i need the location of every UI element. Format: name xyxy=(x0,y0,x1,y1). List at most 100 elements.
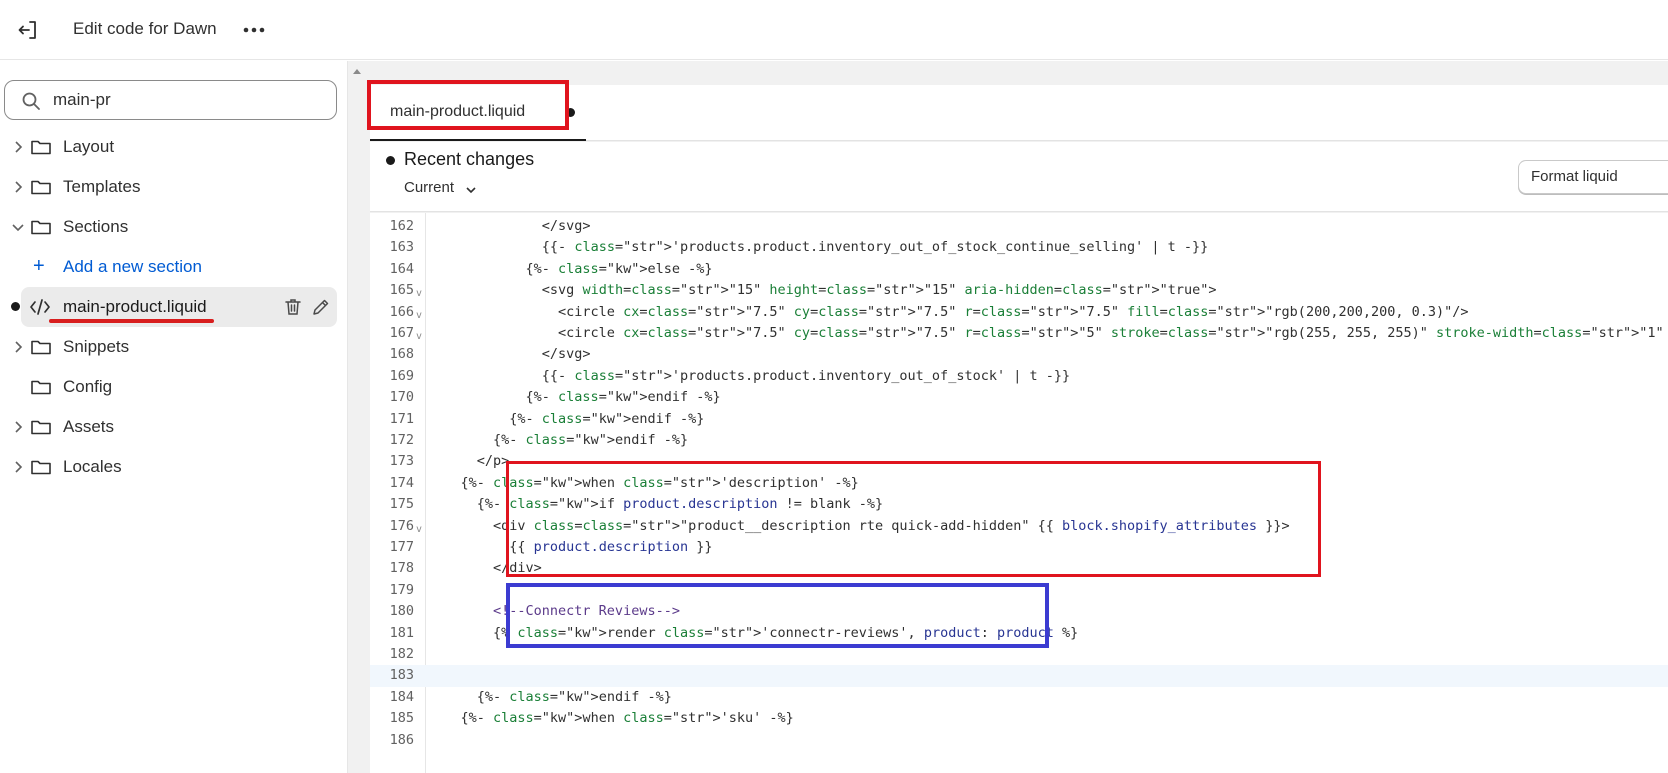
code-line[interactable]: 184 {%- class="kw">endif -%} xyxy=(370,687,1668,708)
folder-icon xyxy=(31,140,51,155)
pencil-icon[interactable] xyxy=(311,297,331,317)
format-liquid-button[interactable]: Format liquid xyxy=(1518,160,1668,194)
status-dot xyxy=(386,156,395,165)
folder-label: Layout xyxy=(63,137,115,156)
folder-label: Snippets xyxy=(63,337,130,356)
top-bar: Edit code for Dawn xyxy=(0,0,1668,60)
line-number: 167 xyxy=(389,325,414,341)
editor-panel: main-product.liquid Recent changes Curre… xyxy=(365,61,1668,773)
annotation-box-reviews xyxy=(506,583,1049,648)
code-line[interactable]: 167 v <circle cx=class="str">"7.5" cy=cla… xyxy=(370,323,1668,344)
line-number: 177 xyxy=(389,539,414,555)
annotation-underline xyxy=(49,319,214,323)
line-number: 186 xyxy=(389,731,414,748)
code-icon xyxy=(30,299,50,315)
folder-label: Config xyxy=(63,377,113,396)
code-line[interactable]: 162 </svg> xyxy=(370,216,1668,237)
page-title: Edit code for Dawn xyxy=(73,19,217,38)
code-line[interactable]: 165 v <svg width=class="str">"15" height=… xyxy=(370,280,1668,301)
file-sidebar: Layout Templates Sections + Add a new se… xyxy=(0,61,347,773)
code-line[interactable]: 164 {%- class="kw">else -%} xyxy=(370,259,1668,280)
line-number: 181 xyxy=(389,624,414,641)
code-line[interactable]: 171 {%- class="kw">endif -%} xyxy=(370,409,1668,430)
search-icon xyxy=(22,92,40,110)
recent-changes-bar: Recent changes Current Format liquid xyxy=(370,142,1668,212)
chevron-right-icon[interactable] xyxy=(10,139,26,155)
line-number: 180 xyxy=(389,603,414,620)
code-text: <svg width=class="str">"15" height=class… xyxy=(428,282,1217,299)
folder-icon xyxy=(31,180,51,195)
line-number: 173 xyxy=(389,453,414,470)
exit-icon[interactable] xyxy=(16,18,40,42)
folder-sections[interactable]: Sections xyxy=(0,209,347,245)
code-line[interactable]: 183 xyxy=(370,665,1668,687)
line-number: 179 xyxy=(389,581,414,598)
plus-icon: + xyxy=(33,255,45,277)
folder-assets[interactable]: Assets xyxy=(0,409,347,445)
recent-changes-title: Recent changes xyxy=(404,149,535,169)
code-line[interactable]: 185 {%- class="kw">when class="str">'sku… xyxy=(370,708,1668,729)
code-text: <circle cx=class="str">"7.5" cy=class="s… xyxy=(428,303,1469,320)
code-text: <circle cx=class="str">"7.5" cy=class="s… xyxy=(428,325,1668,341)
folder-icon xyxy=(31,340,51,355)
sidebar-resizer[interactable] xyxy=(347,61,365,773)
more-actions-icon[interactable] xyxy=(240,20,268,40)
folder-icon xyxy=(31,460,51,475)
code-line[interactable]: 166 v <circle cx=class="str">"7.5" cy=cla… xyxy=(370,302,1668,323)
line-number: 176 xyxy=(389,517,414,534)
search-box[interactable] xyxy=(4,80,337,120)
code-line[interactable]: 172 {%- class="kw">endif -%} xyxy=(370,430,1668,451)
folder-templates[interactable]: Templates xyxy=(0,169,347,205)
code-text: </p> xyxy=(428,453,510,470)
chevron-down-icon[interactable] xyxy=(10,219,26,235)
folder-layout[interactable]: Layout xyxy=(0,129,347,165)
line-number: 178 xyxy=(389,560,414,577)
line-number: 171 xyxy=(389,410,414,427)
folder-label: Locales xyxy=(63,457,122,476)
folder-icon xyxy=(31,420,51,435)
format-button-label: Format liquid xyxy=(1531,168,1618,185)
line-number: 164 xyxy=(389,260,414,277)
chevron-right-icon[interactable] xyxy=(10,419,26,435)
chevron-down-icon[interactable] xyxy=(464,183,478,197)
line-number: 165 xyxy=(389,282,414,299)
trash-icon[interactable] xyxy=(283,297,303,317)
unsaved-dot xyxy=(11,302,20,311)
line-number: 170 xyxy=(389,389,414,406)
code-line[interactable]: 169 {{- class="str">'products.product.in… xyxy=(370,366,1668,387)
line-number: 166 xyxy=(389,303,414,320)
code-text: {%- class="kw">endif -%} xyxy=(428,432,689,448)
line-number: 168 xyxy=(389,346,414,363)
add-section-label: Add a new section xyxy=(63,257,202,276)
folder-snippets[interactable]: Snippets xyxy=(0,329,347,365)
search-input[interactable] xyxy=(53,87,323,113)
folder-locales[interactable]: Locales xyxy=(0,449,347,485)
chevron-right-icon[interactable] xyxy=(10,179,26,195)
folder-icon xyxy=(31,220,51,235)
line-number: 169 xyxy=(389,367,414,384)
code-text: {%- class="kw">endif -%} xyxy=(428,410,705,427)
code-line[interactable]: 186 xyxy=(370,730,1668,751)
folder-label: Assets xyxy=(63,417,115,436)
code-line[interactable]: 170 {%- class="kw">endif -%} xyxy=(370,387,1668,408)
folder-label: Sections xyxy=(63,217,129,236)
code-line[interactable]: 168 </svg> xyxy=(370,344,1668,365)
line-number: 183 xyxy=(389,667,414,684)
chevron-right-icon[interactable] xyxy=(10,459,26,475)
annotation-box-tab xyxy=(367,80,569,130)
folder-icon xyxy=(31,380,51,395)
annotation-box-description xyxy=(506,461,1321,577)
code-line[interactable]: 163 {{- class="str">'products.product.in… xyxy=(370,237,1668,258)
line-number: 174 xyxy=(389,474,414,491)
version-select[interactable]: Current xyxy=(404,179,454,196)
add-section-button[interactable]: + Add a new section xyxy=(0,249,347,285)
code-text: </svg> xyxy=(428,218,591,234)
file-label: main-product.liquid xyxy=(63,297,207,316)
folder-config[interactable]: Config xyxy=(0,369,347,405)
folder-label: Templates xyxy=(63,177,141,196)
line-number: 163 xyxy=(389,239,414,256)
scroll-up-icon[interactable] xyxy=(353,69,361,74)
chevron-right-icon[interactable] xyxy=(10,339,26,355)
code-text: {%- class="kw">else -%} xyxy=(428,260,713,277)
code-text: {{- class="str">'products.product.invent… xyxy=(428,367,1071,384)
